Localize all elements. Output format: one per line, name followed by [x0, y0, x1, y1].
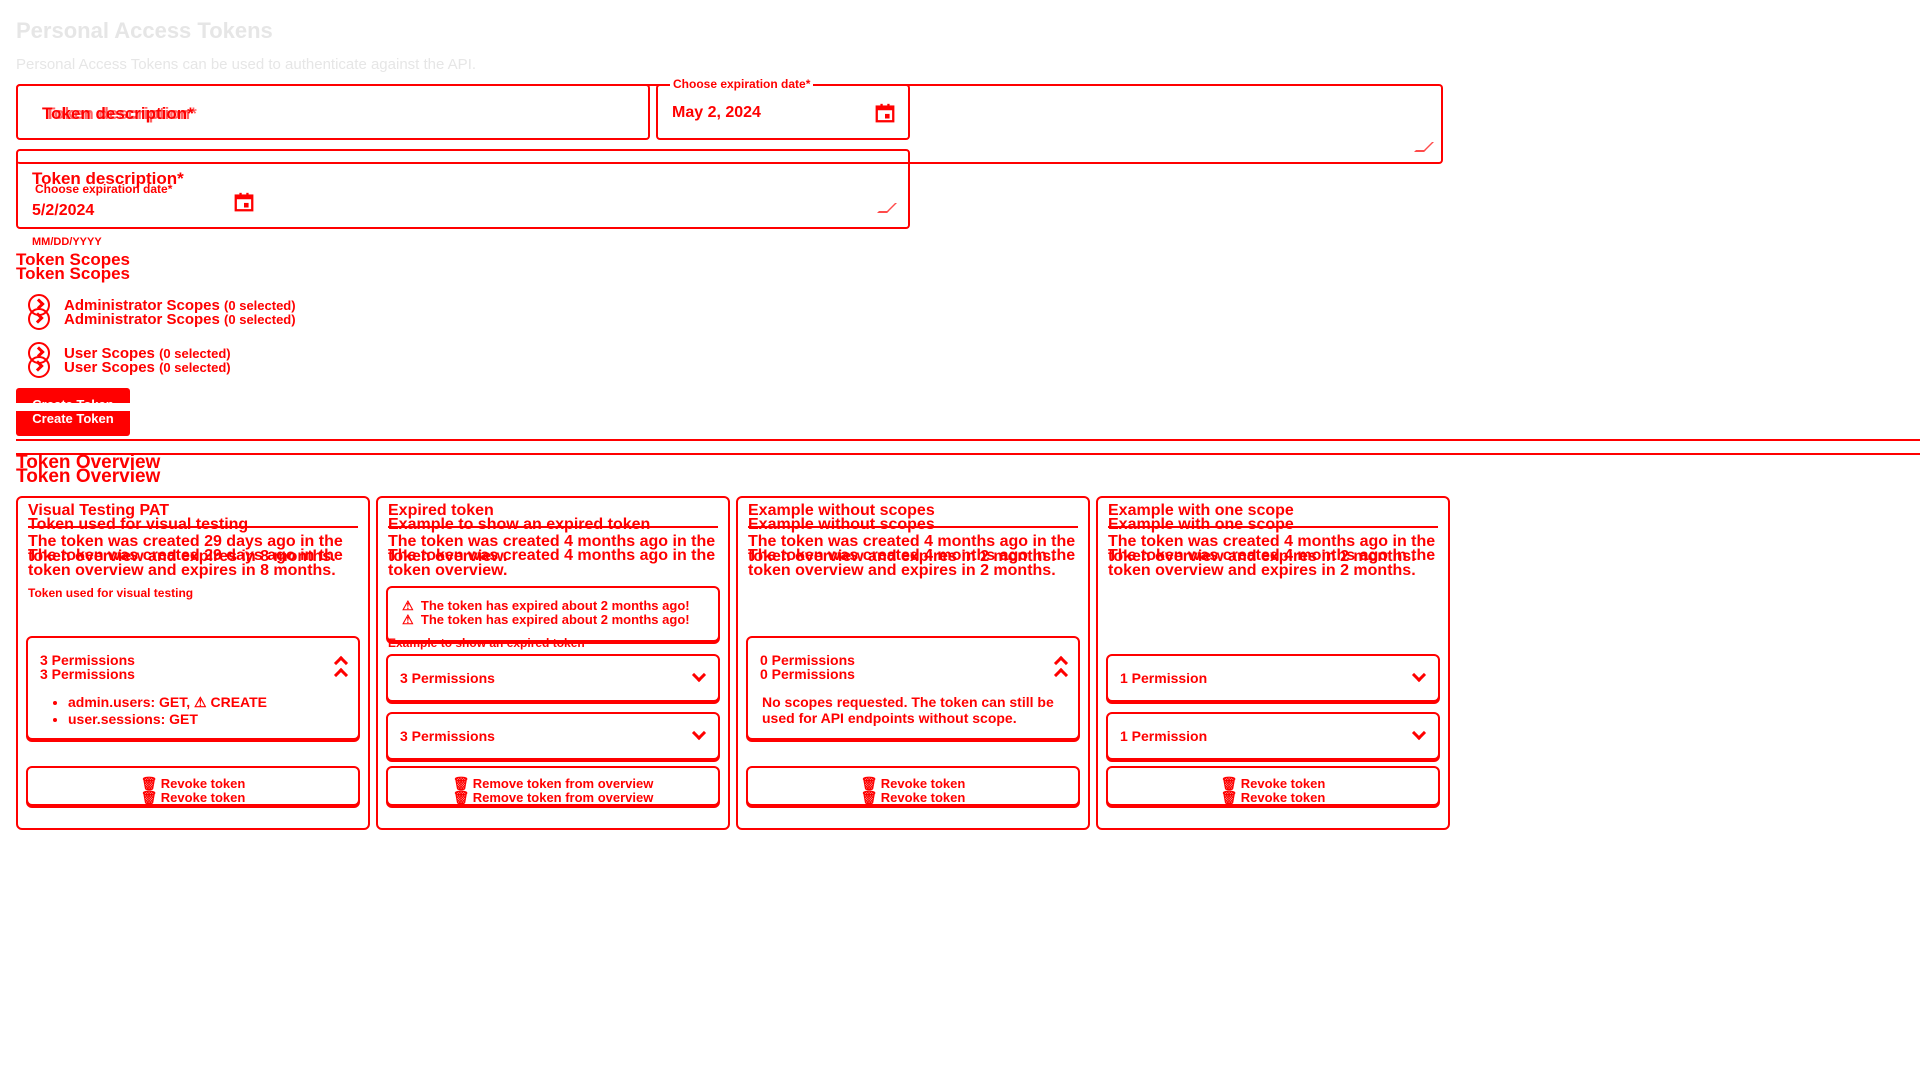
token-description: Example with one scope [1108, 516, 1294, 533]
page-subtitle: Personal Access Tokens can be used to au… [16, 56, 477, 73]
token-created-text-ghost: The token was created 29 days ago in the… [28, 547, 343, 579]
permission-item: admin.users: GET, ⚠ CREATE [68, 694, 267, 711]
chevron-down-icon[interactable] [691, 667, 707, 683]
remove-token-button[interactable]: 🗑 Remove token from overview 🗑 Remove to… [386, 766, 720, 806]
remove-token-label-ghost: 🗑 Remove token from overview [452, 790, 654, 805]
chevron-down-icon[interactable] [1411, 667, 1427, 683]
permissions-count: 1 Permission [1120, 670, 1208, 686]
permissions-panel[interactable]: 1 Permission [1106, 712, 1440, 760]
expiration-date-field-alt[interactable]: Choose expiration date* 5/2/2024 [16, 165, 264, 229]
create-token-button[interactable]: Create Token Create Token [16, 388, 130, 436]
token-card: Example without scopes Example without s… [736, 496, 1090, 830]
permissions-panel[interactable]: 3 Permissions [386, 712, 720, 760]
token-card: Example with one scope Example with one … [1096, 496, 1450, 830]
trash-icon: 🗑 [140, 776, 158, 791]
token-card: Expired token Example to show an expired… [376, 496, 730, 830]
revoke-token-button[interactable]: 🗑 Revoke token 🗑 Revoke token [746, 766, 1080, 806]
token-created-text-ghost: The token was created 4 months ago in th… [748, 547, 1076, 579]
admin-scopes-label-ghost: Administrator Scopes [64, 311, 220, 328]
expiration-date-value: May 2, 2024 [672, 104, 761, 121]
permissions-panel[interactable]: 0 Permissions 0 Permissions No scopes re… [746, 636, 1080, 740]
revoke-token-button[interactable]: 🗑 Revoke token 🗑 Revoke token [26, 766, 360, 806]
chevron-up-icon[interactable] [333, 667, 349, 683]
date-format-hint: MM/DD/YYYY [32, 236, 102, 248]
chevron-circle-icon [28, 308, 50, 330]
warning-icon: ⚠ [402, 612, 414, 627]
permissions-panel[interactable]: 3 Permissions [386, 654, 720, 702]
trash-icon: 🗑 [452, 790, 470, 805]
token-description: Example without scopes [748, 516, 935, 533]
calendar-icon[interactable] [874, 102, 896, 124]
expiration-date-label: Choose expiration date* [670, 78, 814, 90]
permissions-panel[interactable]: 3 Permissions 3 Permissions admin.users:… [26, 636, 360, 740]
trash-icon: 🗑 [452, 776, 470, 791]
permission-item: user.sessions: GET [68, 711, 267, 728]
expiration-date-field[interactable]: Choose expiration date* May 2, 2024 [656, 78, 910, 140]
trash-icon: 🗑 [860, 790, 878, 805]
revoke-token-button[interactable]: 🗑 Revoke token 🗑 Revoke token [1106, 766, 1440, 806]
admin-scopes-count-ghost: (0 selected) [224, 312, 296, 327]
token-created-text-ghost: The token was created 4 months ago in th… [388, 547, 716, 579]
trash-icon: 🗑 [1220, 776, 1238, 791]
permissions-count-ghost: 3 Permissions [40, 666, 135, 682]
section-divider [16, 439, 1920, 441]
permissions-count-ghost: 1 Permission [1120, 728, 1208, 744]
chevron-down-icon[interactable] [691, 725, 707, 741]
token-scopes-title-ghost: Token Scopes [16, 264, 130, 283]
permissions-count-ghost: 3 Permissions [400, 728, 495, 744]
trash-icon: 🗑 [140, 790, 158, 805]
token-description-small: Example to show an expired token [388, 636, 585, 650]
no-scopes-text: No scopes requested. The token can still… [762, 694, 1054, 726]
chevron-down-icon[interactable] [1411, 725, 1427, 741]
token-card: Visual Testing PAT Token used for visual… [16, 496, 370, 830]
expiration-date-label-alt: Choose expiration date* [35, 182, 173, 196]
token-overview-title-ghost: Token Overview [16, 466, 161, 487]
expired-warning: ⚠ The token has expired about 2 months a… [386, 586, 720, 642]
user-scopes-label-ghost: User Scopes [64, 359, 155, 376]
revoke-token-label-ghost: 🗑 Revoke token [860, 790, 966, 805]
user-scopes-count-ghost: (0 selected) [159, 360, 231, 375]
revoke-token-label-ghost: 🗑 Revoke token [1220, 790, 1326, 805]
section-divider [16, 453, 1920, 455]
page-title: Personal Access Tokens [16, 18, 273, 43]
token-description: Example to show an expired token [388, 516, 651, 533]
resize-handle-icon[interactable] [1414, 142, 1434, 152]
chevron-circle-icon [28, 356, 50, 378]
permissions-panel[interactable]: 1 Permission [1106, 654, 1440, 702]
expiration-date-value-alt: 5/2/2024 [32, 202, 95, 219]
token-description-small: Token used for visual testing [28, 586, 194, 600]
token-description: Token used for visual testing [28, 516, 249, 533]
calendar-icon[interactable] [233, 191, 255, 213]
permissions-count: 3 Permissions [400, 670, 495, 686]
trash-icon: 🗑 [860, 776, 878, 791]
revoke-token-label-ghost: 🗑 Revoke token [140, 790, 246, 805]
resize-handle-icon[interactable] [877, 203, 897, 213]
token-created-text-ghost: The token was created 4 months ago in th… [1108, 547, 1436, 579]
trash-icon: 🗑 [1220, 790, 1238, 805]
permissions-count-ghost: 0 Permissions [760, 666, 855, 682]
chevron-up-icon[interactable] [1053, 667, 1069, 683]
warning-icon: ⚠ [402, 598, 414, 613]
